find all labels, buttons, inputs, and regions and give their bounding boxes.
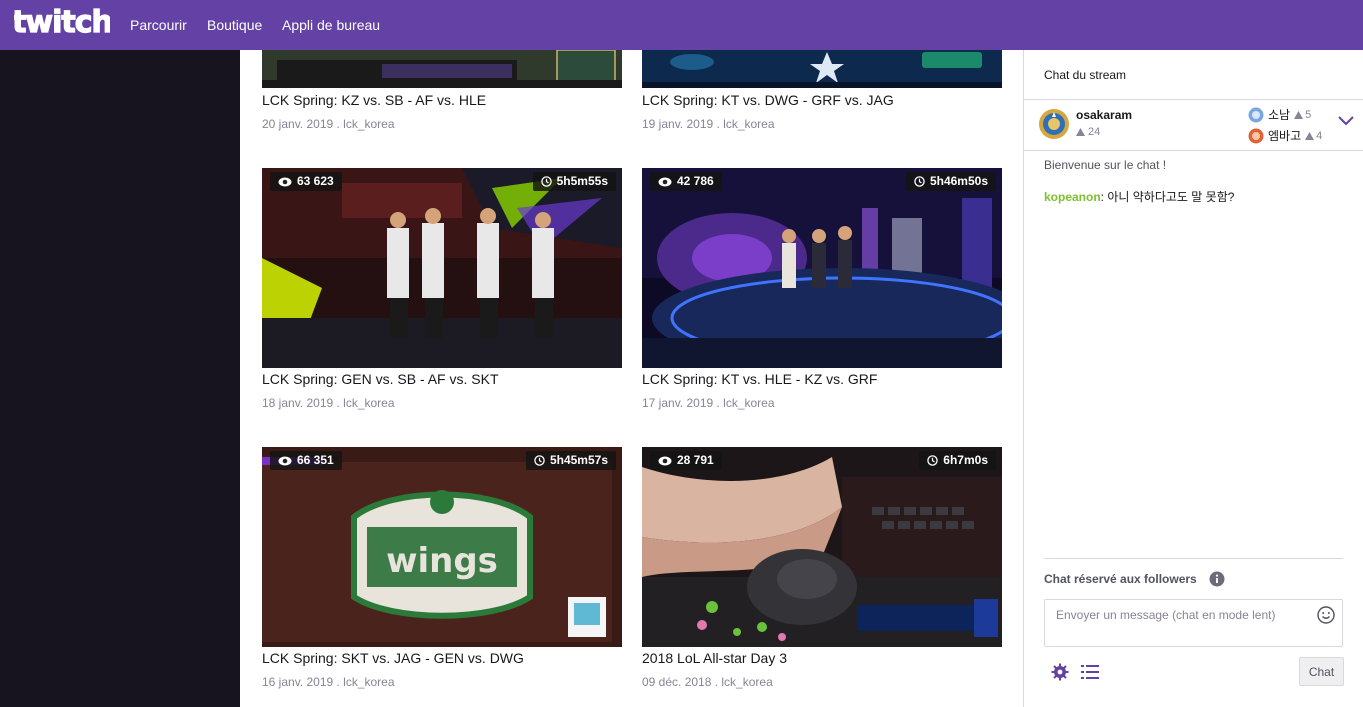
twitch-logo[interactable]: twitch [14, 5, 110, 39]
chat-message: kopeanon: 아니 약하다고도 말 못함? [1044, 188, 1234, 205]
thumbnail-image [642, 168, 1002, 368]
chevron-down-icon[interactable] [1338, 116, 1354, 126]
emoji-icon[interactable] [1317, 606, 1335, 624]
duration-badge: 5h5m55s [532, 172, 616, 191]
duration-badge: 5h46m50s [905, 172, 996, 191]
clock-icon [534, 455, 545, 466]
video-thumbnail[interactable]: 63 623 5h5m55s [262, 168, 622, 368]
clock-icon [914, 176, 925, 187]
left-sidebar [0, 50, 240, 707]
video-duration: 5h5m55s [556, 174, 608, 188]
chat-text: 아니 약하다고도 말 못함? [1107, 190, 1235, 204]
thumbnail-image: wings [262, 447, 622, 647]
duration-badge: 5h45m57s [525, 451, 616, 470]
view-count-badge: 42 786 [650, 172, 722, 191]
thumbnail-image [642, 50, 1002, 88]
video-grid: LCK Spring: KZ vs. SB - AF vs. HLE 20 ja… [240, 50, 1023, 707]
thumbnail-image [262, 168, 622, 368]
video-meta: 17 janv. 2019 . lck_korea [642, 396, 775, 410]
chat-header: Chat du stream [1044, 68, 1127, 82]
top-cheerer[interactable] [1038, 108, 1070, 140]
bits-icon [1294, 110, 1304, 119]
video-meta: 19 janv. 2019 . lck_korea [642, 117, 775, 131]
gear-icon[interactable] [1051, 663, 1069, 681]
video-title[interactable]: 2018 LoL All-star Day 3 [642, 650, 787, 666]
thumbnail-image [262, 50, 622, 88]
eye-icon [278, 177, 292, 186]
video-thumbnail[interactable]: wings 66 351 5h45m57s [262, 447, 622, 647]
view-count: 66 351 [297, 453, 334, 467]
sub-count-value: 4 [1316, 129, 1323, 142]
top-sub-1[interactable]: 소남 5 [1248, 106, 1311, 123]
nav-link-browse[interactable]: Parcourir [130, 17, 187, 33]
view-count: 63 623 [297, 174, 334, 188]
svg-text:twitch: twitch [14, 5, 110, 39]
sub-name: 소남 [1268, 108, 1291, 122]
chat-welcome: Bienvenue sur le chat ! [1044, 158, 1167, 172]
view-count-badge: 28 791 [650, 451, 722, 470]
view-count-badge: 66 351 [270, 451, 342, 470]
video-duration: 5h46m50s [929, 174, 988, 188]
video-title[interactable]: LCK Spring: KT vs. HLE - KZ vs. GRF [642, 371, 877, 387]
top-sub-2[interactable]: 엠바고 4 [1248, 127, 1322, 144]
crest-icon [1039, 109, 1069, 139]
chat-divider [1024, 150, 1363, 151]
duration-badge: 6h7m0s [919, 451, 996, 470]
clock-icon [927, 455, 939, 466]
list-icon[interactable] [1081, 664, 1099, 680]
eye-icon [278, 456, 292, 465]
video-duration: 6h7m0s [943, 453, 988, 467]
info-icon[interactable] [1209, 571, 1225, 587]
sub-count: 4 [1305, 130, 1322, 142]
clock-icon [540, 176, 552, 187]
followers-only-label: Chat réservé aux followers [1044, 572, 1197, 586]
chat-input-placeholder: Envoyer un message (chat en mode lent) [1056, 608, 1276, 622]
svg-text:wings: wings [386, 541, 498, 581]
video-meta: 18 janv. 2019 . lck_korea [262, 396, 395, 410]
top-cheerer-bits: 24 [1076, 126, 1100, 138]
sub-count-value: 5 [1305, 108, 1312, 121]
video-meta: 16 janv. 2019 . lck_korea [262, 675, 395, 689]
bits-icon [1305, 131, 1315, 140]
video-thumbnail[interactable]: 28 791 6h7m0s [642, 447, 1002, 647]
chat-username[interactable]: kopeanon [1044, 190, 1101, 204]
video-thumbnail[interactable]: 42 786 5h46m50s [642, 168, 1002, 368]
chat-panel: Chat du stream osakaram 24 소남 5 엠바고 4 Bi… [1023, 50, 1363, 707]
sub-count: 5 [1294, 109, 1311, 121]
nav-link-desktop-app[interactable]: Appli de bureau [282, 17, 380, 33]
video-title[interactable]: LCK Spring: SKT vs. JAG - GEN vs. DWG [262, 650, 524, 666]
top-cheerer-name[interactable]: osakaram [1076, 108, 1132, 122]
chat-divider [1024, 99, 1363, 100]
video-title[interactable]: LCK Spring: GEN vs. SB - AF vs. SKT [262, 371, 499, 387]
send-chat-button[interactable]: Chat [1299, 657, 1344, 686]
view-count-badge: 63 623 [270, 172, 342, 191]
bits-icon [1076, 128, 1085, 136]
thumbnail-image [642, 447, 1002, 647]
sub-badge-icon [1248, 107, 1264, 122]
top-nav: twitch Parcourir Boutique Appli de burea… [0, 0, 1363, 50]
sub-name: 엠바고 [1268, 129, 1302, 143]
view-count: 28 791 [677, 453, 714, 467]
nav-link-shop[interactable]: Boutique [207, 17, 262, 33]
video-meta: 09 déc. 2018 . lck_korea [642, 675, 773, 689]
video-title[interactable]: LCK Spring: KZ vs. SB - AF vs. HLE [262, 92, 486, 108]
sub-badge-icon [1248, 128, 1264, 143]
video-title[interactable]: LCK Spring: KT vs. DWG - GRF vs. JAG [642, 92, 894, 108]
video-duration: 5h45m57s [549, 453, 608, 467]
chat-input[interactable]: Envoyer un message (chat en mode lent) [1044, 599, 1343, 647]
view-count: 42 786 [677, 174, 714, 188]
video-meta: 20 janv. 2019 . lck_korea [262, 117, 395, 131]
chat-divider [1044, 558, 1343, 559]
eye-icon [658, 456, 672, 465]
eye-icon [658, 177, 672, 186]
bits-count: 24 [1088, 126, 1101, 138]
